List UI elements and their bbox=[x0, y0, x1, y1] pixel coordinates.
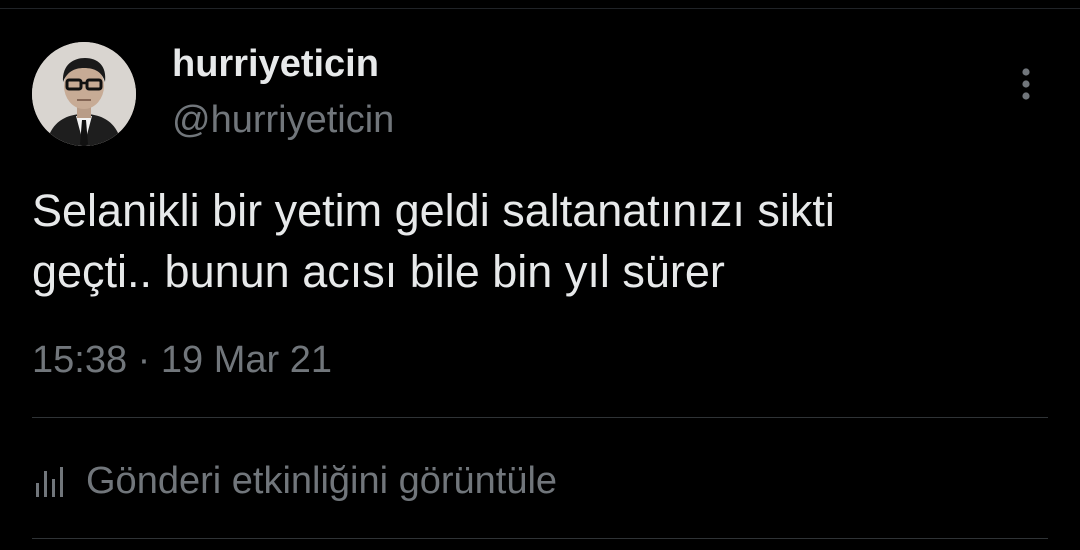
bar-chart-icon bbox=[36, 467, 63, 497]
portrait-photo-icon bbox=[32, 42, 136, 146]
view-post-activity-label: Gönderi etkinliğini görüntüle bbox=[86, 459, 558, 502]
bottom-divider bbox=[32, 538, 1048, 539]
tweet-text: Selanikli bir yetim geldi saltanatınızı … bbox=[32, 185, 835, 297]
author-handle[interactable]: @hurriyeticin bbox=[172, 96, 394, 144]
meta-separator: · bbox=[137, 339, 151, 381]
more-options-button[interactable] bbox=[1008, 62, 1044, 106]
top-divider bbox=[0, 8, 1080, 9]
view-post-activity-button[interactable]: Gönderi etkinliğini görüntüle bbox=[32, 456, 557, 506]
tweet-date: 19 Mar 21 bbox=[160, 339, 332, 381]
author-display-name[interactable]: hurriyeticin bbox=[172, 40, 379, 88]
avatar[interactable] bbox=[32, 42, 136, 146]
divider bbox=[32, 417, 1048, 418]
more-vertical-icon bbox=[1022, 68, 1030, 100]
tweet-timestamp[interactable]: 15:38 · 19 Mar 21 bbox=[32, 336, 332, 384]
tweet-time: 15:38 bbox=[32, 339, 128, 381]
